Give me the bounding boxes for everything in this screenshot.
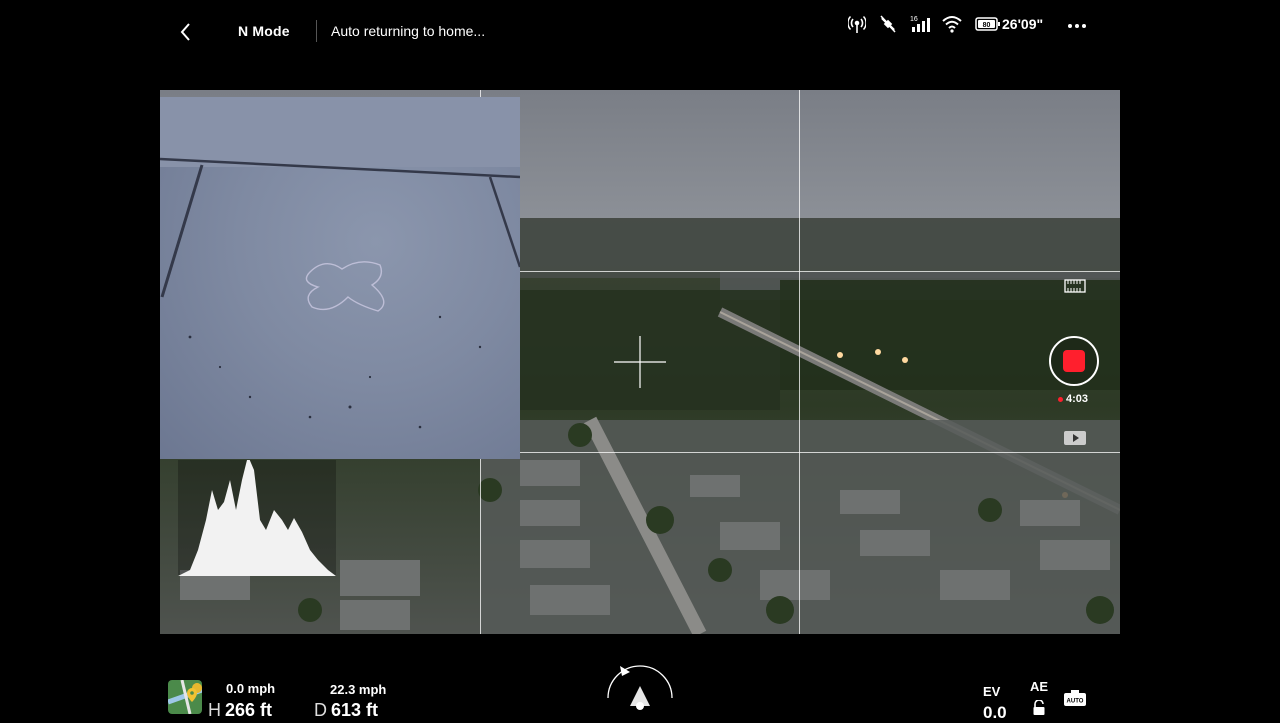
camera-auto-button[interactable]: AUTO	[1063, 689, 1087, 707]
battery-icon: 80	[975, 17, 1000, 31]
grid-line-vertical-2	[799, 90, 800, 634]
ev-value[interactable]: 0.0	[983, 703, 1007, 723]
battery-percent: 80	[983, 22, 991, 29]
lock-icon	[1033, 700, 1045, 715]
beacon-icon	[848, 15, 866, 33]
status-message: Auto returning to home...	[331, 23, 486, 39]
satellite-icon	[880, 15, 896, 33]
ev-label: EV	[983, 684, 1001, 699]
flight-mode-label[interactable]: N Mode	[238, 23, 290, 39]
pip-camera-view[interactable]	[160, 97, 520, 459]
stop-record-icon	[1063, 350, 1085, 372]
divider	[316, 20, 317, 42]
distance-value: 613 ft	[331, 700, 379, 720]
more-button[interactable]	[1066, 15, 1088, 35]
attitude-indicator[interactable]	[604, 660, 676, 720]
wifi-icon	[942, 16, 962, 33]
recording-dot	[1058, 396, 1063, 402]
ae-label: AE	[1030, 679, 1049, 694]
record-button[interactable]	[1049, 336, 1099, 386]
histogram	[178, 460, 336, 576]
vertical-speed: 0.0 mph	[226, 681, 276, 696]
height-readout: H 266 ft	[208, 700, 272, 721]
playback-button[interactable]	[1063, 430, 1087, 446]
camera-auto-icon: AUTO	[1064, 690, 1086, 706]
height-value: 266 ft	[225, 700, 273, 720]
horizontal-speed: 22.3 mph	[330, 682, 387, 697]
signal-label: 16	[910, 16, 918, 23]
height-letter: H	[208, 700, 221, 720]
chevron-left-icon	[180, 23, 190, 41]
distance-readout: D 613 ft	[314, 700, 378, 721]
recording-elapsed: 4:03	[1066, 393, 1089, 405]
back-button[interactable]	[174, 20, 198, 44]
distance-letter: D	[314, 700, 327, 720]
pavement-scene	[160, 97, 520, 429]
auto-label: AUTO	[1067, 699, 1084, 705]
flight-time-remaining: 26'09"	[1002, 16, 1044, 32]
signal-bars-icon: 16	[910, 16, 930, 32]
more-dots-icon	[1068, 24, 1086, 28]
ae-lock-button[interactable]	[1032, 700, 1046, 716]
recording-time: 4:03	[1058, 393, 1088, 405]
map-icon	[168, 680, 202, 714]
sd-card-icon[interactable]	[1064, 278, 1086, 294]
map-button[interactable]	[168, 680, 202, 714]
